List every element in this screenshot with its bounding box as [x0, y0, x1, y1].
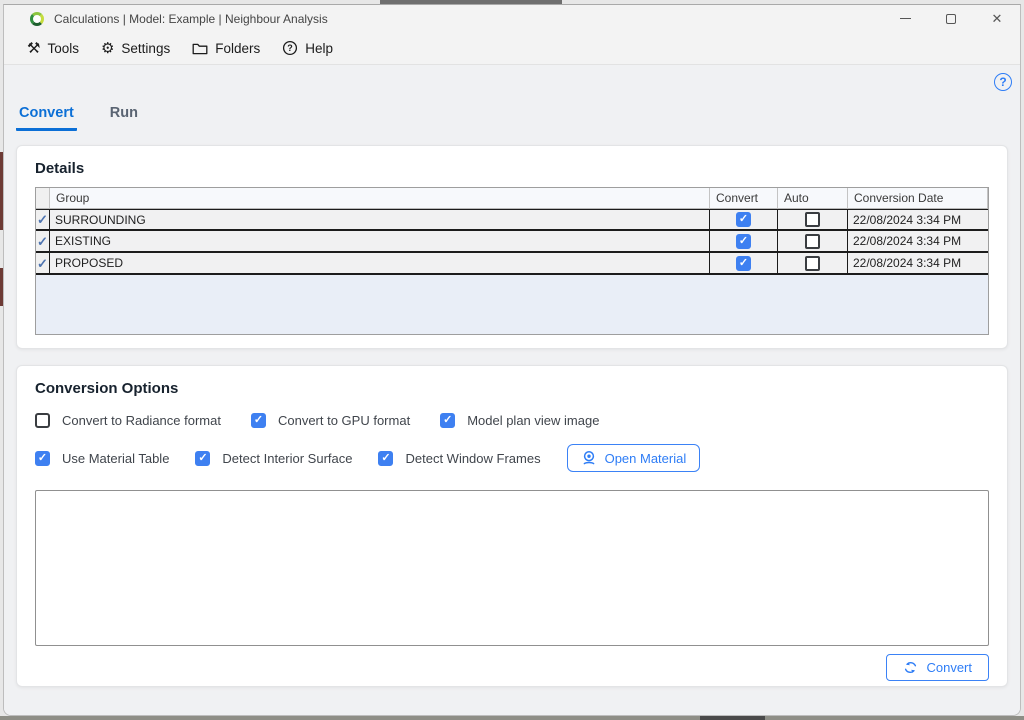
convert-button[interactable]: Convert [886, 654, 989, 681]
maximize-icon [946, 14, 956, 24]
checkbox-convert-to-gpu-format[interactable] [251, 413, 266, 428]
conversion-options-heading: Conversion Options [35, 380, 989, 397]
row-check-icon [37, 257, 48, 270]
auto-cell [778, 253, 848, 273]
minimize-button[interactable] [882, 5, 928, 32]
question-icon: ? [999, 75, 1006, 89]
checkbox-detect-interior-surface[interactable] [195, 451, 210, 466]
title-bar[interactable]: Calculations | Model: Example | Neighbou… [4, 5, 1020, 32]
group-cell[interactable]: EXISTING [50, 231, 710, 251]
details-heading: Details [35, 160, 989, 177]
column-header-convert[interactable]: Convert [710, 188, 778, 209]
row-selector-header [36, 188, 50, 209]
option-convert-to-radiance: Convert to Radiance format [35, 413, 221, 428]
column-header-conversion-date[interactable]: Conversion Date [848, 188, 988, 209]
options-row-2: Use Material Table Detect Interior Surfa… [35, 444, 989, 472]
convert-cell [710, 253, 778, 273]
convert-cell [710, 231, 778, 251]
date-cell: 22/08/2024 3:34 PM [848, 210, 988, 229]
details-table: Group Convert Auto Conversion Date SURRO… [35, 187, 989, 335]
checkbox-detect-window-frames[interactable] [378, 451, 393, 466]
date-cell: 22/08/2024 3:34 PM [848, 253, 988, 273]
menu-item-folders[interactable]: Folders [183, 37, 269, 60]
table-header-row: Group Convert Auto Conversion Date [36, 188, 988, 209]
checkbox-label: Convert to Radiance format [62, 413, 221, 428]
background-window-fragment [700, 716, 765, 720]
checkbox-label: Detect Window Frames [405, 451, 540, 466]
menu-item-tools[interactable]: ⚒ Tools [18, 37, 88, 60]
checkbox-use-material-table[interactable] [35, 451, 50, 466]
auto-checkbox[interactable] [805, 234, 820, 249]
group-cell[interactable]: PROPOSED [50, 253, 710, 273]
tools-icon: ⚒ [27, 41, 40, 56]
checkbox-label: Use Material Table [62, 451, 169, 466]
menu-item-settings[interactable]: ⚙ Settings [92, 37, 179, 60]
option-detect-interior-surface: Detect Interior Surface [195, 451, 352, 466]
option-detect-window-frames: Detect Window Frames [378, 451, 540, 466]
help-icon: ? [282, 40, 298, 56]
convert-button-label: Convert [926, 660, 972, 675]
page-help-button[interactable]: ? [994, 73, 1012, 91]
folder-icon [192, 41, 208, 56]
table-row[interactable]: PROPOSED 22/08/2024 3:34 PM [36, 253, 988, 275]
column-header-group[interactable]: Group [50, 188, 710, 209]
menu-item-label: Settings [121, 41, 170, 56]
option-convert-to-gpu: Convert to GPU format [251, 413, 410, 428]
auto-checkbox[interactable] [805, 212, 820, 227]
option-model-plan-view: Model plan view image [440, 413, 599, 428]
group-cell[interactable]: SURROUNDING [50, 210, 710, 229]
row-check-icon [37, 213, 48, 226]
settings-icon: ⚙ [101, 41, 114, 56]
main-content: ? Convert Run Details Group Convert Auto… [4, 65, 1020, 716]
conversion-log-textarea[interactable] [35, 490, 989, 646]
minimize-icon [900, 18, 911, 20]
app-logo-icon [30, 12, 44, 26]
convert-checkbox[interactable] [736, 212, 751, 227]
menu-bar: ⚒ Tools ⚙ Settings Folders ? Help [4, 32, 1020, 65]
tab-bar: Convert Run [4, 65, 1020, 131]
option-use-material-table: Use Material Table [35, 451, 169, 466]
close-button[interactable]: ✕ [974, 5, 1020, 32]
auto-cell [778, 231, 848, 251]
auto-checkbox[interactable] [805, 256, 820, 271]
convert-checkbox[interactable] [736, 234, 751, 249]
table-row[interactable]: EXISTING 22/08/2024 3:34 PM [36, 231, 988, 253]
checkbox-convert-to-radiance-format[interactable] [35, 413, 50, 428]
options-row-1: Convert to Radiance format Convert to GP… [35, 413, 989, 428]
row-select-cell[interactable] [36, 210, 50, 229]
menu-item-label: Tools [47, 41, 79, 56]
menu-item-label: Help [305, 41, 333, 56]
window-title: Calculations | Model: Example | Neighbou… [54, 12, 328, 26]
window-controls: ✕ [882, 5, 1020, 32]
open-material-label: Open Material [605, 451, 687, 466]
sync-icon [903, 660, 918, 675]
row-check-icon [37, 235, 48, 248]
details-card: Details Group Convert Auto Conversion Da… [16, 145, 1008, 349]
material-webcam-icon [581, 450, 597, 466]
conversion-options-card: Conversion Options Convert to Radiance f… [16, 365, 1008, 687]
tab-run[interactable]: Run [107, 105, 141, 131]
checkbox-model-plan-view-image[interactable] [440, 413, 455, 428]
row-select-cell[interactable] [36, 231, 50, 251]
row-select-cell[interactable] [36, 253, 50, 273]
menu-item-label: Folders [215, 41, 260, 56]
open-material-button[interactable]: Open Material [567, 444, 701, 472]
action-row: Convert [35, 654, 989, 681]
table-row[interactable]: SURROUNDING 22/08/2024 3:34 PM [36, 209, 988, 231]
app-window: Calculations | Model: Example | Neighbou… [3, 4, 1021, 716]
svg-text:?: ? [287, 43, 293, 53]
convert-cell [710, 210, 778, 229]
checkbox-label: Convert to GPU format [278, 413, 410, 428]
background-window-fragment [0, 716, 1024, 720]
column-header-auto[interactable]: Auto [778, 188, 848, 209]
menu-item-help[interactable]: ? Help [273, 36, 342, 60]
date-cell: 22/08/2024 3:34 PM [848, 231, 988, 251]
maximize-button[interactable] [928, 5, 974, 32]
tab-convert[interactable]: Convert [16, 105, 77, 131]
checkbox-label: Detect Interior Surface [222, 451, 352, 466]
close-icon: ✕ [992, 12, 1003, 25]
auto-cell [778, 210, 848, 229]
checkbox-label: Model plan view image [467, 413, 599, 428]
convert-checkbox[interactable] [736, 256, 751, 271]
